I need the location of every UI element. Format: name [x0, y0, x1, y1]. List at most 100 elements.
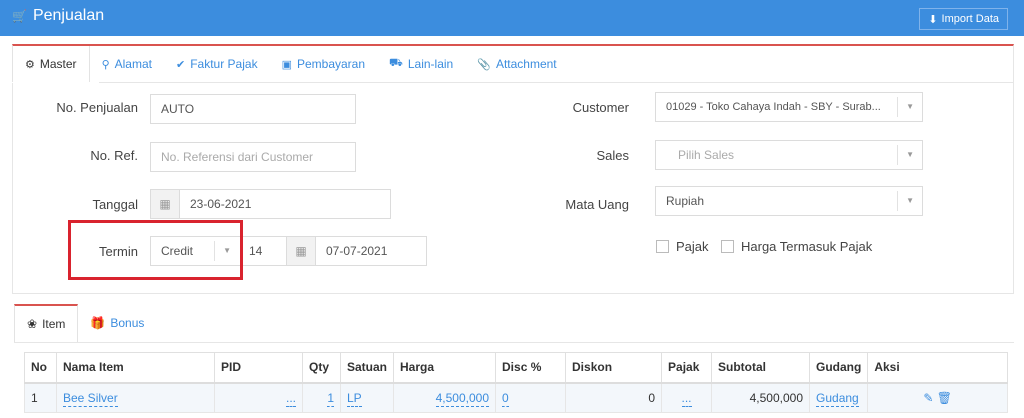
- pajak-checkbox[interactable]: [656, 240, 669, 253]
- tab-master-label: Master: [39, 57, 77, 71]
- page-header: 🛒 Penjualan ⬇ Import Data: [0, 0, 1024, 36]
- money-icon: ▣: [281, 58, 292, 71]
- cell-pajak-value: ...: [681, 390, 692, 407]
- col-gudang: Gudang: [809, 352, 869, 384]
- edit-icon[interactable]: ✎: [923, 391, 933, 405]
- trash-icon[interactable]: 🗑: [937, 391, 952, 405]
- harga-termasuk-pajak-label: Harga Termasuk Pajak: [741, 239, 873, 254]
- tab-faktur-pajak[interactable]: ✔ Faktur Pajak: [164, 46, 270, 82]
- tab-alamat[interactable]: ⚲ Alamat: [90, 46, 164, 82]
- table-header-row: No Nama Item PID Qty Satuan Harga Disc %…: [24, 352, 1008, 384]
- mata-uang-select[interactable]: Rupiah ▼: [655, 186, 923, 216]
- cell-disc[interactable]: 0: [495, 382, 567, 413]
- cell-qty[interactable]: 1: [302, 382, 341, 413]
- cell-qty-value: 1: [327, 390, 334, 407]
- sales-select-placeholder: Pilih Sales: [678, 148, 735, 162]
- customer-select[interactable]: 01029 - Toko Cahaya Indah - SBY - Surab.…: [655, 92, 923, 122]
- col-diskon: Diskon: [565, 352, 663, 384]
- import-data-button[interactable]: ⬇ Import Data: [919, 8, 1008, 30]
- calendar-icon[interactable]: ▦: [150, 189, 180, 219]
- cart-icon: 🛒: [12, 9, 27, 23]
- cubes-icon: ❀: [27, 317, 38, 331]
- page-title: 🛒 Penjualan: [12, 7, 104, 25]
- cell-gudang[interactable]: Gudang: [809, 382, 869, 413]
- no-penjualan-label: No. Penjualan: [56, 100, 138, 115]
- tab-alamat-label: Alamat: [114, 57, 152, 71]
- col-no: No: [24, 352, 57, 384]
- cell-gudang-value: Gudang: [816, 390, 859, 407]
- page-title-text: Penjualan: [32, 7, 105, 24]
- tab-item[interactable]: ❀ Item: [14, 304, 79, 342]
- no-penjualan-input[interactable]: AUTO: [150, 94, 356, 124]
- calendar-icon[interactable]: ▦: [286, 236, 316, 266]
- pajak-label: Pajak: [676, 239, 709, 254]
- mata-uang-label: Mata Uang: [565, 197, 629, 212]
- sales-select[interactable]: Pilih Sales ▼: [655, 140, 923, 170]
- col-harga: Harga: [393, 352, 497, 384]
- tab-pembayaran[interactable]: ▣ Pembayaran: [270, 46, 377, 82]
- detail-tabs: ❀ Item 🎁 Bonus: [14, 304, 156, 342]
- cell-pid[interactable]: ...: [214, 382, 303, 413]
- chevron-down-icon: ▼: [906, 150, 914, 159]
- map-marker-icon: ⚲: [101, 58, 110, 71]
- cogs-icon: ⚙: [25, 58, 35, 71]
- table-row: 1 Bee Silver ... 1 LP 4,500,000 0 0 ... …: [24, 382, 1008, 413]
- col-aksi: Aksi: [867, 352, 1008, 384]
- cell-pid-value: ...: [285, 390, 296, 407]
- select-divider: [897, 145, 898, 165]
- tab-bonus-label: Bonus: [110, 316, 145, 330]
- cell-harga-value: 4,500,000: [435, 390, 490, 407]
- truck-icon: ⛟: [389, 57, 403, 69]
- mata-uang-select-value: Rupiah: [666, 194, 705, 208]
- col-subtotal: Subtotal: [711, 352, 811, 384]
- no-ref-label: No. Ref.: [90, 148, 138, 163]
- chevron-down-icon: ▼: [906, 196, 914, 205]
- cell-satuan[interactable]: LP: [339, 382, 395, 413]
- cell-aksi: ✎ 🗑: [867, 382, 1008, 413]
- cell-no: 1: [24, 382, 57, 413]
- download-icon: ⬇: [928, 13, 938, 26]
- sales-label: Sales: [596, 148, 629, 163]
- tanggal-input[interactable]: 23-06-2021: [179, 189, 391, 219]
- items-table: No Nama Item PID Qty Satuan Harga Disc %…: [24, 352, 1008, 413]
- customer-label: Customer: [572, 100, 629, 115]
- customer-select-value: 01029 - Toko Cahaya Indah - SBY - Surab.…: [666, 101, 881, 113]
- harga-termasuk-pajak-checkbox[interactable]: [721, 240, 734, 253]
- check-circle-icon: ✔: [175, 58, 186, 71]
- cell-diskon: 0: [565, 382, 663, 413]
- col-pajak: Pajak: [661, 352, 713, 384]
- tab-pembayaran-label: Pembayaran: [296, 57, 366, 71]
- tab-bonus[interactable]: 🎁 Bonus: [78, 304, 156, 342]
- tabs-divider: [12, 82, 1014, 83]
- cell-harga[interactable]: 4,500,000: [393, 382, 497, 413]
- termin-days-input[interactable]: 14: [239, 236, 287, 266]
- select-divider: [897, 191, 898, 211]
- paperclip-icon: 📎: [477, 58, 491, 71]
- import-data-label: Import Data: [941, 13, 999, 25]
- cell-nama-item[interactable]: Bee Silver: [56, 382, 215, 413]
- highlight-box: [68, 220, 243, 280]
- cell-pajak[interactable]: ...: [661, 382, 713, 413]
- cell-subtotal: 4,500,000: [711, 382, 811, 413]
- tab-attachment-label: Attachment: [495, 57, 557, 71]
- tab-item-label: Item: [42, 317, 66, 331]
- col-qty: Qty: [302, 352, 341, 384]
- gift-icon: 🎁: [90, 316, 106, 330]
- select-divider: [897, 97, 898, 117]
- cell-satuan-value: LP: [347, 390, 362, 407]
- tab-lain-lain-label: Lain-lain: [407, 57, 454, 71]
- cell-disc-value: 0: [502, 390, 509, 407]
- tab-lain-lain[interactable]: ⛟ Lain-lain: [377, 46, 465, 82]
- tab-faktur-pajak-label: Faktur Pajak: [190, 57, 258, 71]
- form-tabs: ⚙ Master ⚲ Alamat ✔ Faktur Pajak ▣ Pemba…: [12, 46, 569, 82]
- no-ref-input[interactable]: No. Referensi dari Customer: [150, 142, 356, 172]
- tab-master[interactable]: ⚙ Master: [12, 46, 90, 82]
- detail-tabs-divider: [14, 342, 1014, 343]
- termin-date-input[interactable]: 07-07-2021: [315, 236, 427, 266]
- chevron-down-icon: ▼: [906, 102, 914, 111]
- col-pid: PID: [214, 352, 303, 384]
- cell-nama-item-value: Bee Silver: [63, 390, 118, 407]
- col-satuan: Satuan: [339, 352, 395, 384]
- tab-attachment[interactable]: 📎 Attachment: [465, 46, 568, 82]
- tanggal-label: Tanggal: [92, 197, 138, 212]
